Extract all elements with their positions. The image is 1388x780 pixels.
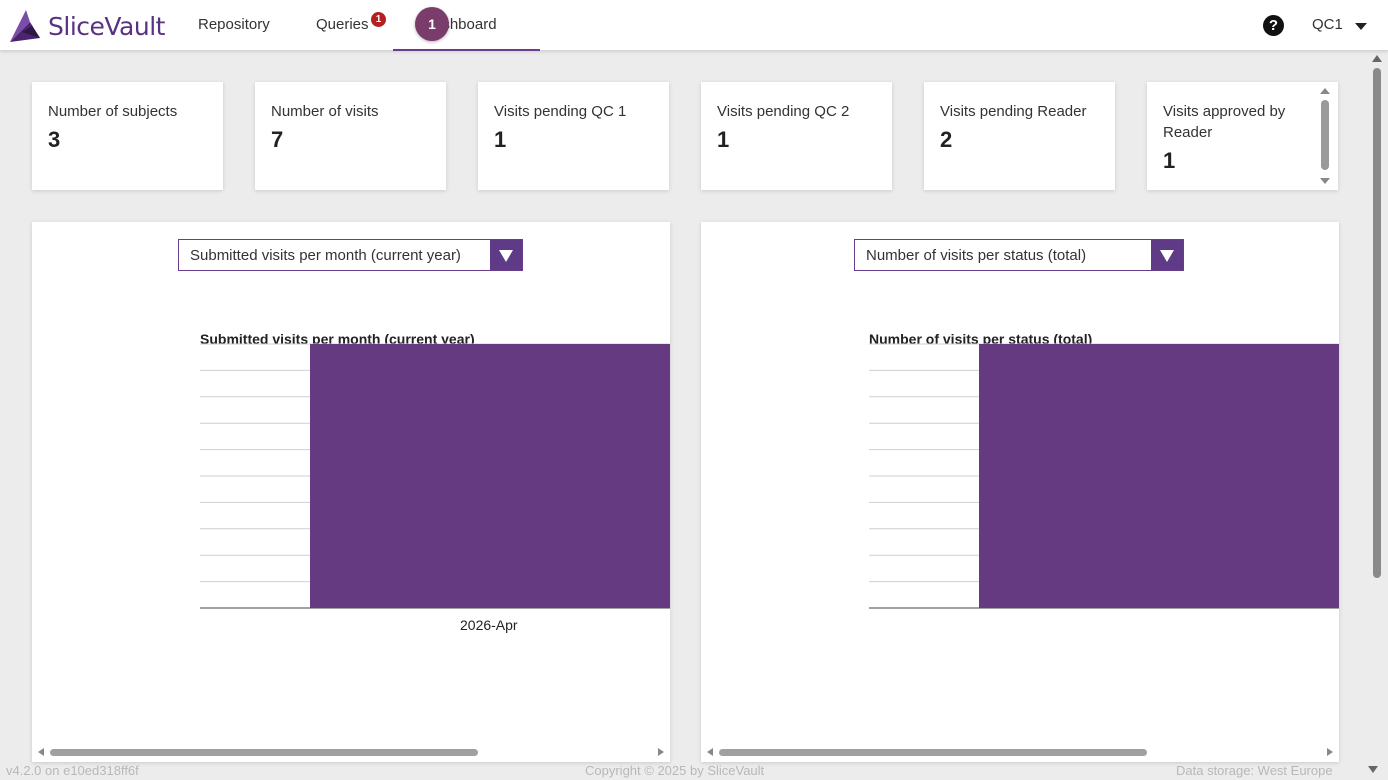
stat-title: Visits pending QC 1 bbox=[494, 103, 627, 120]
scroll-thumb[interactable] bbox=[1373, 68, 1381, 578]
chart-type-select[interactable]: Submitted visits per month (current year… bbox=[178, 239, 523, 271]
footer: v4.2.0 on e10ed318ff6f Copyright © 2025 … bbox=[0, 761, 1388, 780]
chart-type-select-value: Number of visits per status (total) bbox=[866, 247, 1087, 264]
version-text: v4.2.0 on e10ed318ff6f bbox=[6, 763, 139, 778]
horizontal-scrollbar[interactable] bbox=[36, 746, 666, 758]
stat-value: 1 bbox=[717, 127, 730, 152]
scroll-right-icon[interactable] bbox=[1327, 748, 1333, 756]
stat-card-pending-qc1: Visits pending QC 1 1 bbox=[478, 82, 669, 190]
copyright-text: Copyright © 2025 by SliceVault bbox=[585, 763, 765, 778]
stat-card-visits: Number of visits 7 bbox=[255, 82, 446, 190]
nav-queries[interactable]: Queries bbox=[316, 16, 369, 33]
chart-panel-status: Number of visits per status (total) Numb… bbox=[701, 222, 1339, 762]
app-logo[interactable]: SliceVault bbox=[8, 6, 188, 46]
scroll-left-icon[interactable] bbox=[707, 748, 713, 756]
scroll-down-icon[interactable] bbox=[1368, 766, 1378, 773]
scroll-down-icon[interactable] bbox=[1320, 178, 1330, 184]
horizontal-scrollbar[interactable] bbox=[705, 746, 1335, 758]
stat-value: 3 bbox=[48, 127, 61, 152]
page-scrollbar[interactable] bbox=[1367, 52, 1388, 762]
bar bbox=[979, 344, 1339, 608]
chart-type-select[interactable]: Number of visits per status (total) bbox=[854, 239, 1184, 271]
chevron-down-icon[interactable] bbox=[1355, 23, 1367, 30]
scroll-right-icon[interactable] bbox=[658, 748, 664, 756]
dropdown-caret-icon[interactable] bbox=[490, 240, 522, 270]
stat-card-approved-reader: Visits approved by Reader 1 bbox=[1147, 82, 1338, 190]
stat-value: 7 bbox=[271, 127, 284, 152]
stat-value: 1 bbox=[494, 127, 507, 152]
stat-value: 2 bbox=[940, 127, 953, 152]
app-name: SliceVault bbox=[48, 12, 165, 41]
dashboard-main: Number of subjects 3 Number of visits 7 … bbox=[0, 52, 1366, 762]
nav-repository[interactable]: Repository bbox=[198, 16, 270, 33]
stat-card-pending-qc2: Visits pending QC 2 1 bbox=[701, 82, 892, 190]
stat-title: Number of visits bbox=[271, 103, 379, 120]
stat-card-subjects: Number of subjects 3 bbox=[32, 82, 223, 190]
chart-panel-monthly: Submitted visits per month (current year… bbox=[32, 222, 670, 762]
chart-type-select-value: Submitted visits per month (current year… bbox=[190, 247, 461, 264]
bar bbox=[310, 344, 670, 608]
scroll-thumb[interactable] bbox=[1321, 100, 1329, 170]
queries-count-badge: 1 bbox=[371, 12, 386, 27]
scroll-left-icon[interactable] bbox=[38, 748, 44, 756]
stat-title: Visits approved by Reader bbox=[1163, 103, 1286, 141]
bar-chart-status: Number of visits per status (total) bbox=[869, 331, 1339, 609]
scroll-up-icon[interactable] bbox=[1372, 55, 1382, 62]
x-tick-label: 2026-Apr bbox=[460, 617, 518, 633]
scroll-up-icon[interactable] bbox=[1320, 88, 1330, 94]
bar-chart-monthly: Submitted visits per month (current year… bbox=[200, 331, 670, 633]
stat-title: Visits pending QC 2 bbox=[717, 103, 850, 120]
slicevault-logo-icon bbox=[10, 10, 40, 42]
user-menu[interactable]: QC1 bbox=[1312, 16, 1343, 33]
card-scrollbar[interactable] bbox=[1320, 88, 1330, 184]
step-marker-badge: 1 bbox=[415, 7, 449, 41]
dropdown-caret-icon[interactable] bbox=[1151, 240, 1183, 270]
stat-title: Number of subjects bbox=[48, 103, 178, 120]
top-navbar: SliceVault Repository Queries 1 ashboard… bbox=[0, 0, 1388, 51]
stat-title: Visits pending Reader bbox=[940, 103, 1087, 120]
scroll-thumb[interactable] bbox=[50, 749, 478, 756]
stat-value: 1 bbox=[1163, 148, 1176, 173]
stat-card-pending-reader: Visits pending Reader 2 bbox=[924, 82, 1115, 190]
help-icon[interactable]: ? bbox=[1263, 15, 1284, 36]
scroll-thumb[interactable] bbox=[719, 749, 1147, 756]
data-storage-text: Data storage: West Europe bbox=[1176, 763, 1333, 778]
